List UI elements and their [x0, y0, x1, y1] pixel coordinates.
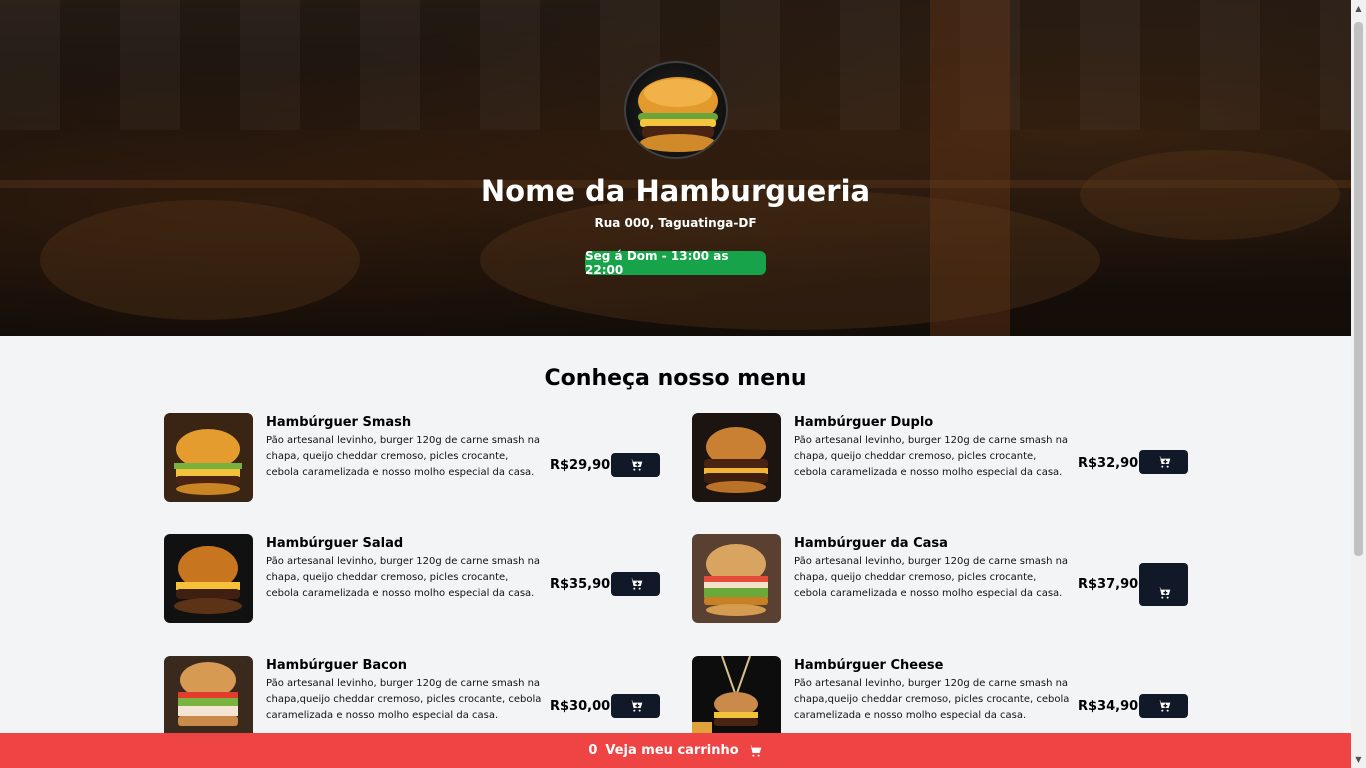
- item-name: Hambúrguer da Casa: [794, 536, 948, 551]
- cart-plus-icon: [1157, 456, 1170, 468]
- cart-icon: [748, 744, 761, 757]
- burger-image: [692, 413, 781, 502]
- item-name: Hambúrguer Duplo: [794, 415, 934, 430]
- item-price: R$37,90: [1078, 577, 1139, 592]
- item-name: Hambúrguer Cheese: [794, 658, 944, 673]
- item-description: Pão artesanal levinho, burger 120g de ca…: [266, 678, 542, 721]
- page-scrollbar[interactable]: ▲ ▼: [1351, 0, 1366, 768]
- item-description: Pão artesanal levinho, burger 120g de ca…: [794, 556, 1069, 599]
- add-to-cart-button[interactable]: [611, 453, 660, 477]
- cart-count: 0: [588, 743, 598, 758]
- burger-image: [164, 534, 253, 623]
- cart-plus-icon: [629, 700, 642, 712]
- view-cart-label: Veja meu carrinho: [605, 743, 739, 758]
- add-to-cart-button[interactable]: [1139, 563, 1188, 606]
- item-price: R$32,90: [1078, 456, 1139, 471]
- add-to-cart-button[interactable]: [1139, 694, 1188, 718]
- menu-item: Hambúrguer da Casa Pão artesanal levinho…: [692, 534, 1188, 624]
- item-price: R$30,00: [550, 699, 611, 714]
- add-to-cart-button[interactable]: [1139, 450, 1188, 474]
- burger-image: [692, 534, 781, 623]
- menu-item: Hambúrguer Salad Pão artesanal levinho, …: [164, 534, 660, 624]
- view-cart-button[interactable]: 0 Veja meu carrinho: [0, 733, 1351, 768]
- scroll-down-arrow-icon[interactable]: ▼: [1351, 751, 1366, 768]
- restaurant-logo: [624, 61, 728, 159]
- burger-image: [164, 413, 253, 502]
- menu-item: Hambúrguer Duplo Pão artesanal levinho, …: [692, 413, 1188, 503]
- cart-plus-icon: [1157, 700, 1170, 712]
- add-to-cart-button[interactable]: [611, 572, 660, 596]
- restaurant-name: Nome da Hamburgueria: [480, 174, 871, 208]
- burger-image: [692, 656, 781, 733]
- restaurant-address: Rua 000, Taguatinga-DF: [594, 216, 757, 230]
- item-name: Hambúrguer Smash: [266, 415, 412, 430]
- item-name: Hambúrguer Bacon: [266, 658, 408, 673]
- cart-plus-icon: [1157, 587, 1170, 599]
- opening-hours-badge: Seg á Dom - 13:00 as 22:00: [585, 249, 766, 277]
- item-description: Pão artesanal levinho, burger 120g de ca…: [794, 435, 1069, 478]
- opening-hours-text: Seg á Dom - 13:00 as 22:00: [585, 249, 729, 277]
- cart-plus-icon: [629, 578, 642, 590]
- cart-plus-icon: [629, 459, 642, 471]
- item-description: Pão artesanal levinho, burger 120g de ca…: [266, 435, 541, 478]
- hero-banner: Nome da Hamburgueria Rua 000, Taguatinga…: [0, 0, 1351, 336]
- add-to-cart-button[interactable]: [611, 694, 660, 718]
- item-price: R$34,90: [1078, 699, 1139, 714]
- item-description: Pão artesanal levinho, burger 120g de ca…: [266, 556, 541, 599]
- menu-item: Hambúrguer Smash Pão artesanal levinho, …: [164, 413, 660, 503]
- item-description: Pão artesanal levinho, burger 120g de ca…: [794, 678, 1070, 721]
- scroll-up-arrow-icon[interactable]: ▲: [1351, 0, 1366, 17]
- item-price: R$29,90: [550, 458, 611, 473]
- scrollbar-thumb[interactable]: [1354, 22, 1363, 556]
- menu-title: Conheça nosso menu: [544, 366, 807, 391]
- item-price: R$35,90: [550, 577, 611, 592]
- burger-image: [164, 656, 253, 733]
- item-name: Hambúrguer Salad: [266, 536, 404, 551]
